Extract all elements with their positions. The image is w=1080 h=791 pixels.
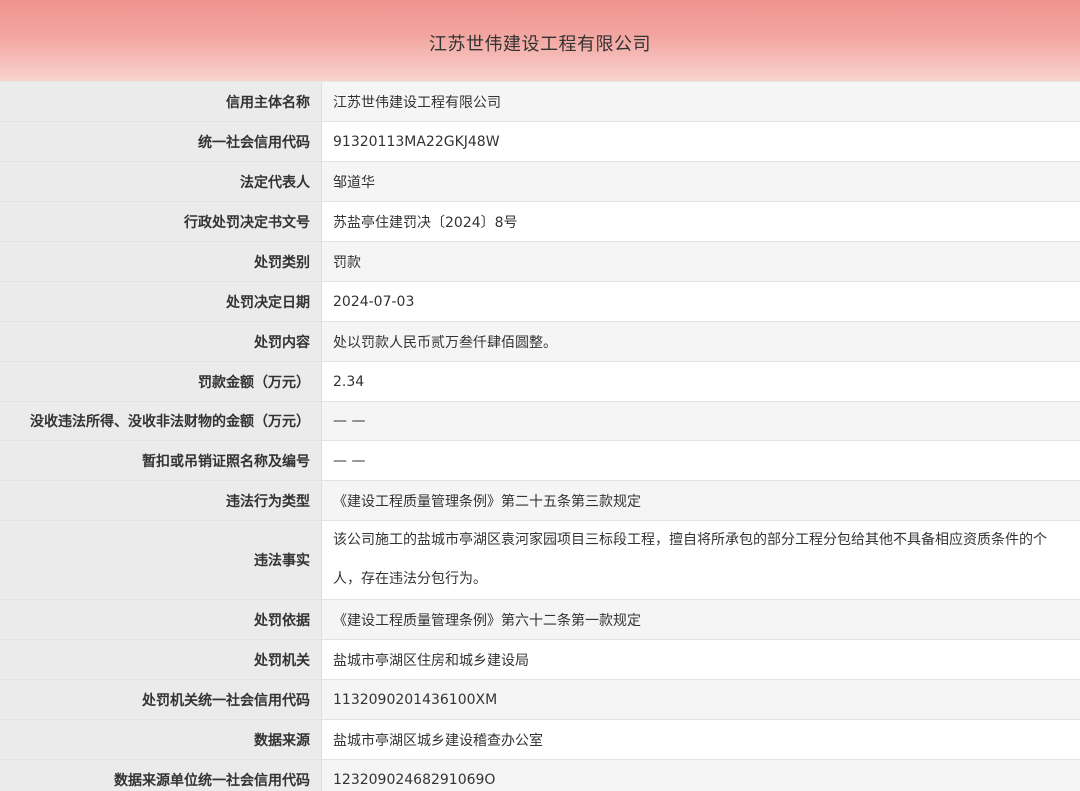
row-label: 统一社会信用代码 <box>0 122 322 161</box>
table-row: 信用主体名称 江苏世伟建设工程有限公司 <box>0 82 1080 122</box>
row-label: 违法行为类型 <box>0 481 322 520</box>
table-row: 处罚决定日期 2024-07-03 <box>0 282 1080 322</box>
row-label: 处罚决定日期 <box>0 282 322 321</box>
table-row: 没收违法所得、没收非法财物的金额（万元） — — <box>0 402 1080 441</box>
row-label: 处罚类别 <box>0 242 322 281</box>
row-value: 2024-07-03 <box>322 282 1080 321</box>
row-label: 法定代表人 <box>0 162 322 201</box>
row-value: 盐城市亭湖区城乡建设稽查办公室 <box>322 720 1080 759</box>
row-label: 处罚机关 <box>0 640 322 679</box>
row-label: 行政处罚决定书文号 <box>0 202 322 241</box>
table-row: 处罚类别 罚款 <box>0 242 1080 282</box>
row-label: 违法事实 <box>0 521 322 599</box>
row-value: 1132090201436100XM <box>322 680 1080 719</box>
row-value: — — <box>322 402 1080 440</box>
table-row: 罚款金额（万元） 2.34 <box>0 362 1080 402</box>
row-value: — — <box>322 441 1080 480</box>
page-title: 江苏世伟建设工程有限公司 <box>429 33 651 55</box>
row-value: 12320902468291069O <box>322 760 1080 791</box>
row-label: 处罚依据 <box>0 600 322 639</box>
table-row: 处罚机关 盐城市亭湖区住房和城乡建设局 <box>0 640 1080 680</box>
row-label: 暂扣或吊销证照名称及编号 <box>0 441 322 480</box>
row-label: 信用主体名称 <box>0 82 322 121</box>
table-row: 违法事实 该公司施工的盐城市亭湖区袁河家园项目三标段工程，擅自将所承包的部分工程… <box>0 521 1080 600</box>
row-value: 91320113MA22GKJ48W <box>322 122 1080 161</box>
table-row: 违法行为类型 《建设工程质量管理条例》第二十五条第三款规定 <box>0 481 1080 521</box>
table-row: 数据来源 盐城市亭湖区城乡建设稽查办公室 <box>0 720 1080 760</box>
row-value: 邹道华 <box>322 162 1080 201</box>
row-value: 《建设工程质量管理条例》第六十二条第一款规定 <box>322 600 1080 639</box>
page: 江苏世伟建设工程有限公司 信用主体名称 江苏世伟建设工程有限公司 统一社会信用代… <box>0 0 1080 791</box>
table-row: 统一社会信用代码 91320113MA22GKJ48W <box>0 122 1080 162</box>
row-label: 处罚机关统一社会信用代码 <box>0 680 322 719</box>
table-row: 处罚机关统一社会信用代码 1132090201436100XM <box>0 680 1080 720</box>
table-row: 行政处罚决定书文号 苏盐亭住建罚决〔2024〕8号 <box>0 202 1080 242</box>
table-row: 数据来源单位统一社会信用代码 12320902468291069O <box>0 760 1080 791</box>
row-value: 处以罚款人民币贰万叁仟肆佰圆整。 <box>322 322 1080 361</box>
info-table: 信用主体名称 江苏世伟建设工程有限公司 统一社会信用代码 91320113MA2… <box>0 82 1080 791</box>
row-value: 罚款 <box>322 242 1080 281</box>
row-value: 《建设工程质量管理条例》第二十五条第三款规定 <box>322 481 1080 520</box>
table-row: 法定代表人 邹道华 <box>0 162 1080 202</box>
row-label: 罚款金额（万元） <box>0 362 322 401</box>
table-row: 暂扣或吊销证照名称及编号 — — <box>0 441 1080 481</box>
row-label: 没收违法所得、没收非法财物的金额（万元） <box>0 402 322 440</box>
row-label: 数据来源 <box>0 720 322 759</box>
table-row: 处罚依据 《建设工程质量管理条例》第六十二条第一款规定 <box>0 600 1080 640</box>
row-value: 苏盐亭住建罚决〔2024〕8号 <box>322 202 1080 241</box>
row-value: 2.34 <box>322 362 1080 401</box>
row-label: 数据来源单位统一社会信用代码 <box>0 760 322 791</box>
table-row: 处罚内容 处以罚款人民币贰万叁仟肆佰圆整。 <box>0 322 1080 362</box>
row-value: 盐城市亭湖区住房和城乡建设局 <box>322 640 1080 679</box>
row-value: 江苏世伟建设工程有限公司 <box>322 82 1080 121</box>
row-label: 处罚内容 <box>0 322 322 361</box>
header-banner: 江苏世伟建设工程有限公司 <box>0 0 1080 82</box>
row-value: 该公司施工的盐城市亭湖区袁河家园项目三标段工程，擅自将所承包的部分工程分包给其他… <box>322 521 1080 599</box>
